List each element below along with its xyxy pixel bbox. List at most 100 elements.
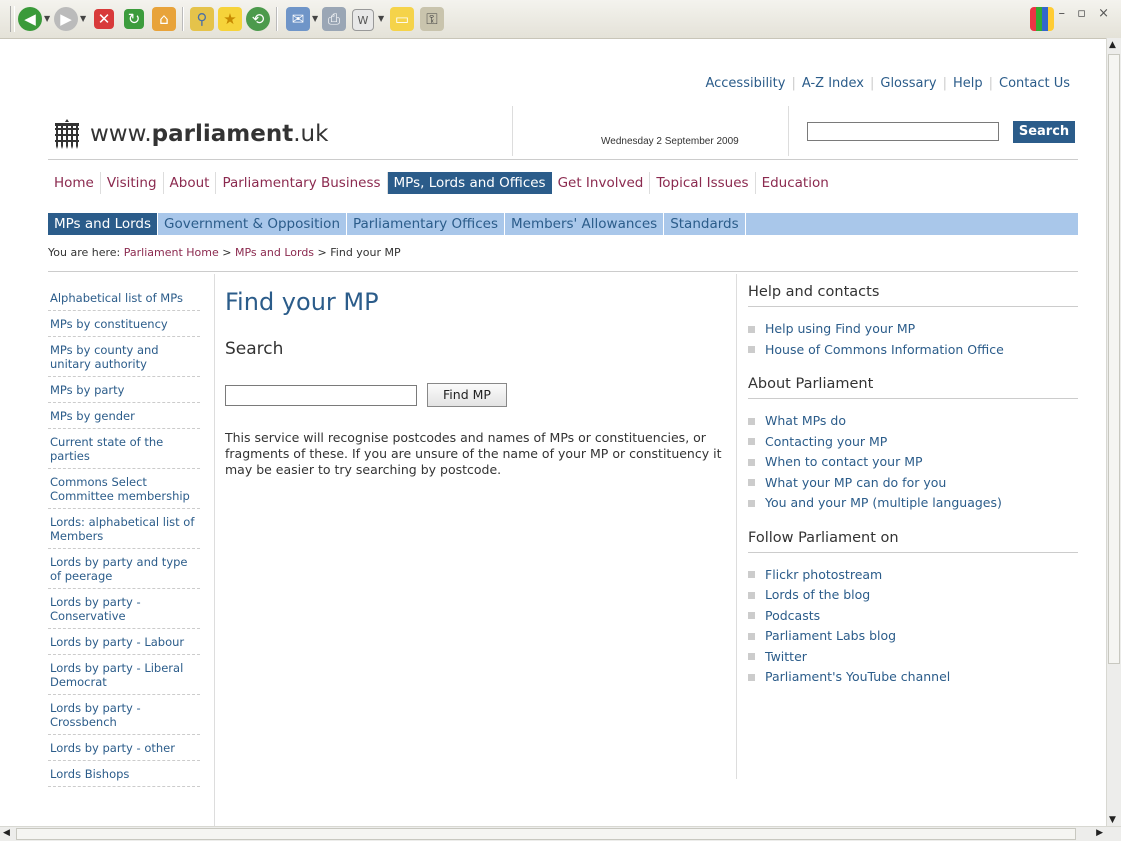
favorites-icon[interactable]: ★ <box>218 7 242 31</box>
list-item[interactable]: Lords of the blog <box>748 585 1078 606</box>
util-link-contact-us[interactable]: Contact Us <box>993 76 1076 91</box>
list-item[interactable]: Contacting your MP <box>748 432 1078 453</box>
list-item[interactable]: Parliament Labs blog <box>748 626 1078 647</box>
list-item[interactable]: Podcasts <box>748 606 1078 627</box>
nav-mps-lords-offices[interactable]: MPs, Lords and Offices <box>387 172 552 194</box>
section-heading-help: Help and contacts <box>748 284 1078 307</box>
list-item[interactable]: Parliament's YouTube channel <box>748 667 1078 688</box>
left-nav-item[interactable]: MPs by party <box>48 377 200 403</box>
list-item[interactable]: What your MP can do for you <box>748 473 1078 494</box>
left-nav-item[interactable]: Lords by party - other <box>48 735 200 761</box>
link-label[interactable]: Flickr photostream <box>765 565 882 586</box>
link-label[interactable]: What your MP can do for you <box>765 473 946 494</box>
left-nav-item[interactable]: Lords by party and type of peerage <box>48 549 200 589</box>
breadcrumb: You are here: Parliament Home > MPs and … <box>48 246 401 259</box>
stop-icon[interactable]: ✕ <box>94 9 114 29</box>
mail-icon[interactable]: ✉ <box>286 7 310 31</box>
nav-topical-issues[interactable]: Topical Issues <box>650 172 756 194</box>
scroll-up-icon[interactable]: ▲ <box>1109 40 1116 50</box>
link-label[interactable]: House of Commons Information Office <box>765 340 1004 361</box>
list-item[interactable]: When to contact your MP <box>748 452 1078 473</box>
scrollbar-thumb[interactable] <box>16 828 1076 840</box>
left-nav-item[interactable]: Lords Bishops <box>48 761 200 787</box>
link-label[interactable]: What MPs do <box>765 411 846 432</box>
bullet-icon <box>748 479 755 487</box>
site-search-button[interactable]: Search <box>1013 121 1075 143</box>
link-label[interactable]: Podcasts <box>765 606 820 627</box>
left-nav-item[interactable]: Commons Select Committee membership <box>48 469 200 509</box>
list-item[interactable]: House of Commons Information Office <box>748 340 1078 361</box>
refresh-icon[interactable]: ↻ <box>124 9 144 29</box>
window-controls[interactable]: – ▫ × <box>1059 6 1113 21</box>
subnav-parliamentary-offices[interactable]: Parliamentary Offices <box>347 213 505 235</box>
list-item[interactable]: Flickr photostream <box>748 565 1078 586</box>
print-icon[interactable]: ⎙ <box>322 7 346 31</box>
breadcrumb-home[interactable]: Parliament Home <box>124 246 219 259</box>
link-label[interactable]: When to contact your MP <box>765 452 923 473</box>
horizontal-scrollbar[interactable]: ◀ ▶ <box>0 826 1121 841</box>
left-nav-item[interactable]: Lords by party - Crossbench <box>48 695 200 735</box>
current-date: Wednesday 2 September 2009 <box>601 136 739 147</box>
left-nav-item[interactable]: Lords by party - Conservative <box>48 589 200 629</box>
edit-dropdown-icon[interactable]: ▼ <box>378 14 384 23</box>
nav-parliamentary-business[interactable]: Parliamentary Business <box>216 172 388 194</box>
link-label[interactable]: Parliament Labs blog <box>765 626 896 647</box>
util-link-az-index[interactable]: A-Z Index <box>796 76 870 91</box>
forward-dropdown-icon[interactable]: ▼ <box>80 14 86 23</box>
list-item[interactable]: What MPs do <box>748 411 1078 432</box>
link-label[interactable]: You and your MP (multiple languages) <box>765 493 1002 514</box>
find-mp-input[interactable] <box>225 385 417 406</box>
left-nav-item[interactable]: Lords by party - Labour <box>48 629 200 655</box>
util-link-glossary[interactable]: Glossary <box>874 76 942 91</box>
subnav-members-allowances[interactable]: Members' Allowances <box>505 213 665 235</box>
nav-visiting[interactable]: Visiting <box>101 172 164 194</box>
scroll-down-icon[interactable]: ▼ <box>1109 815 1116 825</box>
left-nav-item[interactable]: MPs by constituency <box>48 311 200 337</box>
nav-home[interactable]: Home <box>48 172 101 194</box>
link-label[interactable]: Help using Find your MP <box>765 319 915 340</box>
left-nav-item[interactable]: Current state of the parties <box>48 429 200 469</box>
list-item[interactable]: Help using Find your MP <box>748 319 1078 340</box>
subnav-mps-and-lords[interactable]: MPs and Lords <box>48 213 159 235</box>
scroll-right-icon[interactable]: ▶ <box>1096 828 1103 838</box>
breadcrumb-section[interactable]: MPs and Lords <box>235 246 314 259</box>
nav-get-involved[interactable]: Get Involved <box>552 172 651 194</box>
left-nav-item[interactable]: MPs by county and unitary authority <box>48 337 200 377</box>
scrollbar-thumb[interactable] <box>1108 54 1120 664</box>
link-label[interactable]: Contacting your MP <box>765 432 887 453</box>
search-icon[interactable]: ⚲ <box>190 7 214 31</box>
subnav-government-opposition[interactable]: Government & Opposition <box>158 213 347 235</box>
edit-icon[interactable]: W <box>352 9 374 31</box>
site-search-input[interactable] <box>807 122 999 141</box>
link-label[interactable]: Lords of the blog <box>765 585 870 606</box>
left-nav-item[interactable]: Lords by party - Liberal Democrat <box>48 655 200 695</box>
list-item[interactable]: Twitter <box>748 647 1078 668</box>
bullet-icon <box>748 612 755 620</box>
util-link-accessibility[interactable]: Accessibility <box>699 76 791 91</box>
vertical-scrollbar[interactable]: ▲ ▼ <box>1106 38 1121 827</box>
scroll-left-icon[interactable]: ◀ <box>3 828 10 838</box>
find-mp-button[interactable]: Find MP <box>427 383 507 407</box>
list-item[interactable]: You and your MP (multiple languages) <box>748 493 1078 514</box>
subnav-standards[interactable]: Standards <box>664 213 746 235</box>
sub-nav: MPs and Lords Government & Opposition Pa… <box>48 213 1078 235</box>
left-nav-item[interactable]: Alphabetical list of MPs <box>48 285 200 311</box>
home-icon[interactable]: ⌂ <box>152 7 176 31</box>
history-icon[interactable]: ⟲ <box>246 7 270 31</box>
back-dropdown-icon[interactable]: ▼ <box>44 14 50 23</box>
toolbar-separator <box>276 7 278 31</box>
bullet-icon <box>748 438 755 446</box>
left-nav-item[interactable]: MPs by gender <box>48 403 200 429</box>
back-icon[interactable]: ◀ <box>18 7 42 31</box>
left-nav-item[interactable]: Lords: alphabetical list of Members <box>48 509 200 549</box>
mail-dropdown-icon[interactable]: ▼ <box>312 14 318 23</box>
folder-icon[interactable]: ▭ <box>390 7 414 31</box>
site-logo[interactable]: www.parliament.uk <box>52 118 328 150</box>
nav-about[interactable]: About <box>164 172 217 194</box>
link-label[interactable]: Twitter <box>765 647 807 668</box>
forward-icon[interactable]: ▶ <box>54 7 78 31</box>
research-icon[interactable]: ⚿ <box>420 7 444 31</box>
util-link-help[interactable]: Help <box>947 76 989 91</box>
link-label[interactable]: Parliament's YouTube channel <box>765 667 950 688</box>
nav-education[interactable]: Education <box>756 172 835 194</box>
